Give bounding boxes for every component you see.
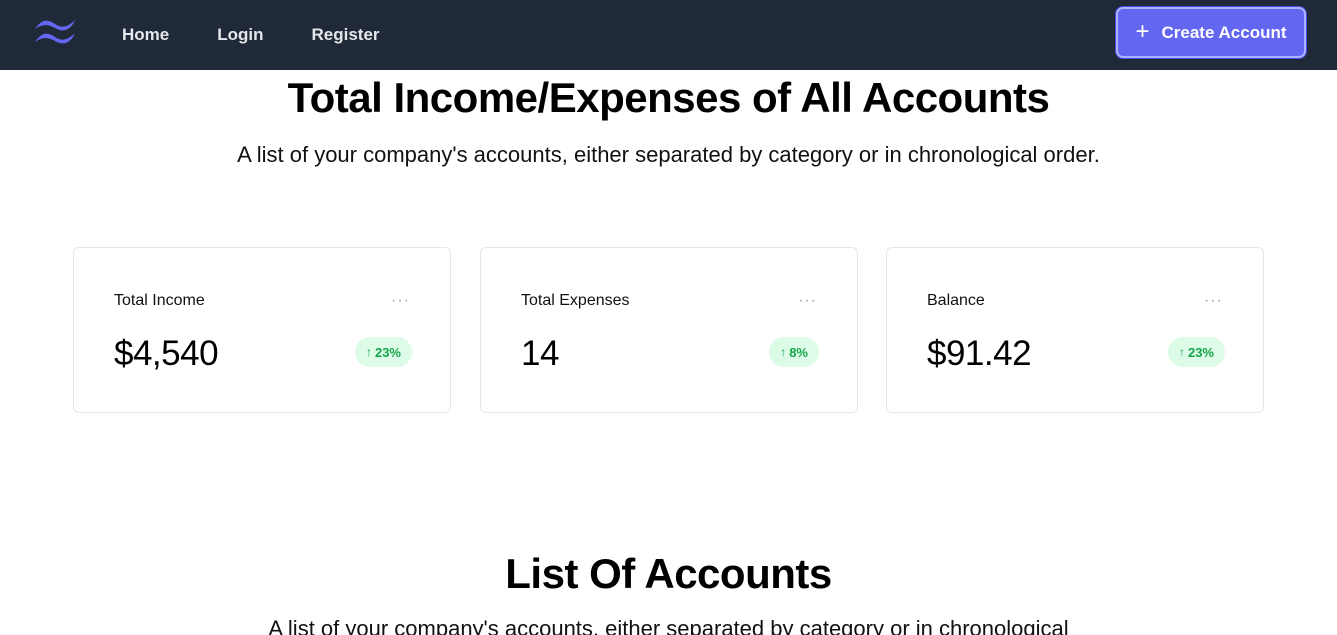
stat-label: Total Expenses (521, 292, 630, 309)
plus-icon: + (1135, 17, 1150, 45)
more-options-icon[interactable]: ··· (798, 292, 817, 310)
arrow-up-icon: ↑ (1178, 345, 1185, 359)
nav-link-home[interactable]: Home (122, 25, 169, 45)
stat-card-balance: Balance ··· $91.42 ↑ 23% (886, 247, 1264, 413)
accounts-subtitle: A list of your company's accounts, eithe… (268, 616, 1069, 635)
create-account-button[interactable]: + Create Account (1116, 7, 1306, 58)
more-options-icon[interactable]: ··· (1204, 292, 1223, 310)
summary-subtitle: A list of your company's accounts, eithe… (237, 142, 1100, 167)
stat-card-total-expenses: Total Expenses ··· 14 ↑ 8% (480, 247, 858, 413)
more-options-icon[interactable]: ··· (391, 292, 410, 310)
create-account-label: Create Account (1161, 22, 1287, 42)
stat-value: $91.42 (927, 334, 1032, 373)
change-badge: ↑ 23% (354, 337, 412, 367)
top-navbar: Home Login Register + Create Account (0, 0, 1337, 70)
stat-value: 14 (521, 334, 559, 373)
stat-label: Balance (927, 292, 985, 309)
stat-value: $4,540 (114, 334, 219, 373)
change-value: 23% (374, 344, 401, 360)
nav-link-register[interactable]: Register (312, 25, 380, 45)
change-badge: ↑ 8% (769, 337, 819, 367)
nav-links: Home Login Register (122, 0, 428, 70)
logo-icon[interactable] (33, 16, 77, 46)
accounts-title: List Of Accounts (505, 550, 832, 597)
change-value: 8% (789, 344, 808, 360)
stat-card-total-income: Total Income ··· $4,540 ↑ 23% (73, 247, 451, 413)
change-value: 23% (1187, 344, 1214, 360)
arrow-up-icon: ↑ (365, 345, 372, 359)
change-badge: ↑ 23% (1167, 337, 1225, 367)
nav-link-login[interactable]: Login (217, 25, 263, 45)
stat-label: Total Income (114, 292, 205, 309)
summary-title: Total Income/Expenses of All Accounts (287, 74, 1050, 121)
arrow-up-icon: ↑ (780, 345, 787, 359)
